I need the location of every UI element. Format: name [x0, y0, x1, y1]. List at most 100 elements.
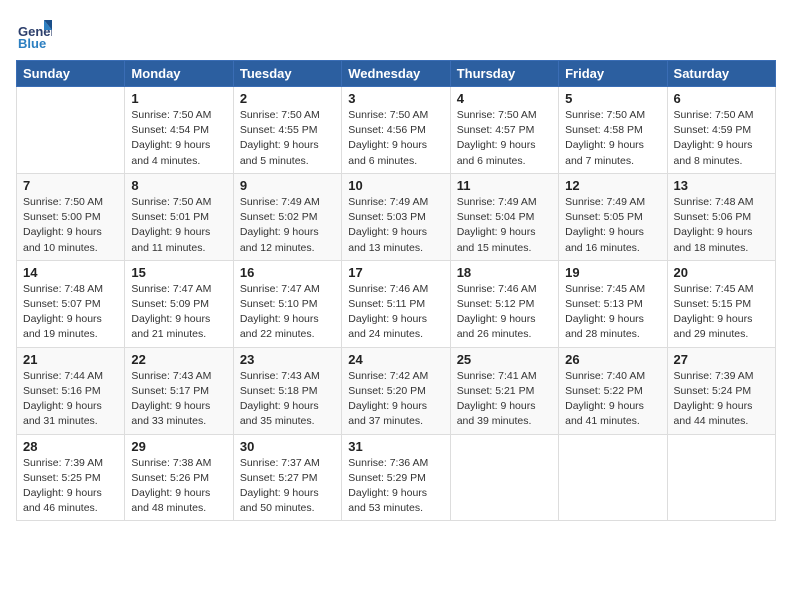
weekday-header-row: SundayMondayTuesdayWednesdayThursdayFrid… — [17, 61, 776, 87]
calendar-cell: 25 Sunrise: 7:41 AMSunset: 5:21 PMDaylig… — [450, 347, 558, 434]
day-info: Sunrise: 7:48 AMSunset: 5:07 PMDaylight:… — [23, 282, 118, 343]
day-info: Sunrise: 7:50 AMSunset: 4:59 PMDaylight:… — [674, 108, 769, 169]
calendar-cell: 17 Sunrise: 7:46 AMSunset: 5:11 PMDaylig… — [342, 260, 450, 347]
day-number: 9 — [240, 178, 335, 193]
weekday-header-thursday: Thursday — [450, 61, 558, 87]
weekday-header-wednesday: Wednesday — [342, 61, 450, 87]
day-info: Sunrise: 7:50 AMSunset: 4:57 PMDaylight:… — [457, 108, 552, 169]
weekday-header-tuesday: Tuesday — [233, 61, 341, 87]
day-number: 23 — [240, 352, 335, 367]
day-info: Sunrise: 7:50 AMSunset: 4:55 PMDaylight:… — [240, 108, 335, 169]
day-info: Sunrise: 7:50 AMSunset: 4:54 PMDaylight:… — [131, 108, 226, 169]
calendar-cell: 18 Sunrise: 7:46 AMSunset: 5:12 PMDaylig… — [450, 260, 558, 347]
calendar-cell — [667, 434, 775, 521]
weekday-header-saturday: Saturday — [667, 61, 775, 87]
day-number: 10 — [348, 178, 443, 193]
day-info: Sunrise: 7:43 AMSunset: 5:17 PMDaylight:… — [131, 369, 226, 430]
day-number: 26 — [565, 352, 660, 367]
calendar-cell: 26 Sunrise: 7:40 AMSunset: 5:22 PMDaylig… — [559, 347, 667, 434]
day-number: 28 — [23, 439, 118, 454]
day-number: 12 — [565, 178, 660, 193]
weekday-header-friday: Friday — [559, 61, 667, 87]
day-number: 20 — [674, 265, 769, 280]
day-info: Sunrise: 7:45 AMSunset: 5:13 PMDaylight:… — [565, 282, 660, 343]
calendar-cell: 9 Sunrise: 7:49 AMSunset: 5:02 PMDayligh… — [233, 173, 341, 260]
day-number: 3 — [348, 91, 443, 106]
calendar-cell: 6 Sunrise: 7:50 AMSunset: 4:59 PMDayligh… — [667, 87, 775, 174]
day-info: Sunrise: 7:41 AMSunset: 5:21 PMDaylight:… — [457, 369, 552, 430]
day-info: Sunrise: 7:38 AMSunset: 5:26 PMDaylight:… — [131, 456, 226, 517]
day-number: 15 — [131, 265, 226, 280]
day-number: 31 — [348, 439, 443, 454]
day-number: 8 — [131, 178, 226, 193]
day-number: 2 — [240, 91, 335, 106]
day-info: Sunrise: 7:44 AMSunset: 5:16 PMDaylight:… — [23, 369, 118, 430]
day-number: 1 — [131, 91, 226, 106]
day-number: 17 — [348, 265, 443, 280]
logo: General Blue — [16, 16, 52, 52]
calendar-week-row: 1 Sunrise: 7:50 AMSunset: 4:54 PMDayligh… — [17, 87, 776, 174]
calendar-cell — [559, 434, 667, 521]
calendar-cell: 16 Sunrise: 7:47 AMSunset: 5:10 PMDaylig… — [233, 260, 341, 347]
calendar-cell: 5 Sunrise: 7:50 AMSunset: 4:58 PMDayligh… — [559, 87, 667, 174]
day-info: Sunrise: 7:47 AMSunset: 5:09 PMDaylight:… — [131, 282, 226, 343]
calendar-cell: 28 Sunrise: 7:39 AMSunset: 5:25 PMDaylig… — [17, 434, 125, 521]
calendar-cell: 29 Sunrise: 7:38 AMSunset: 5:26 PMDaylig… — [125, 434, 233, 521]
calendar-cell: 20 Sunrise: 7:45 AMSunset: 5:15 PMDaylig… — [667, 260, 775, 347]
day-info: Sunrise: 7:49 AMSunset: 5:03 PMDaylight:… — [348, 195, 443, 256]
page-header: General Blue — [16, 16, 776, 52]
weekday-header-monday: Monday — [125, 61, 233, 87]
day-number: 22 — [131, 352, 226, 367]
day-info: Sunrise: 7:46 AMSunset: 5:11 PMDaylight:… — [348, 282, 443, 343]
day-number: 18 — [457, 265, 552, 280]
day-info: Sunrise: 7:50 AMSunset: 5:01 PMDaylight:… — [131, 195, 226, 256]
calendar-cell: 27 Sunrise: 7:39 AMSunset: 5:24 PMDaylig… — [667, 347, 775, 434]
calendar-cell: 22 Sunrise: 7:43 AMSunset: 5:17 PMDaylig… — [125, 347, 233, 434]
calendar-week-row: 14 Sunrise: 7:48 AMSunset: 5:07 PMDaylig… — [17, 260, 776, 347]
day-info: Sunrise: 7:39 AMSunset: 5:25 PMDaylight:… — [23, 456, 118, 517]
calendar-cell: 10 Sunrise: 7:49 AMSunset: 5:03 PMDaylig… — [342, 173, 450, 260]
day-number: 14 — [23, 265, 118, 280]
calendar-cell: 4 Sunrise: 7:50 AMSunset: 4:57 PMDayligh… — [450, 87, 558, 174]
day-info: Sunrise: 7:36 AMSunset: 5:29 PMDaylight:… — [348, 456, 443, 517]
calendar-cell: 13 Sunrise: 7:48 AMSunset: 5:06 PMDaylig… — [667, 173, 775, 260]
calendar-cell: 12 Sunrise: 7:49 AMSunset: 5:05 PMDaylig… — [559, 173, 667, 260]
day-info: Sunrise: 7:40 AMSunset: 5:22 PMDaylight:… — [565, 369, 660, 430]
day-number: 5 — [565, 91, 660, 106]
day-number: 30 — [240, 439, 335, 454]
day-number: 29 — [131, 439, 226, 454]
calendar-cell: 23 Sunrise: 7:43 AMSunset: 5:18 PMDaylig… — [233, 347, 341, 434]
day-info: Sunrise: 7:49 AMSunset: 5:05 PMDaylight:… — [565, 195, 660, 256]
calendar-cell: 15 Sunrise: 7:47 AMSunset: 5:09 PMDaylig… — [125, 260, 233, 347]
calendar-cell: 1 Sunrise: 7:50 AMSunset: 4:54 PMDayligh… — [125, 87, 233, 174]
day-info: Sunrise: 7:47 AMSunset: 5:10 PMDaylight:… — [240, 282, 335, 343]
calendar-week-row: 7 Sunrise: 7:50 AMSunset: 5:00 PMDayligh… — [17, 173, 776, 260]
day-info: Sunrise: 7:50 AMSunset: 4:56 PMDaylight:… — [348, 108, 443, 169]
calendar-cell: 19 Sunrise: 7:45 AMSunset: 5:13 PMDaylig… — [559, 260, 667, 347]
day-number: 7 — [23, 178, 118, 193]
day-info: Sunrise: 7:45 AMSunset: 5:15 PMDaylight:… — [674, 282, 769, 343]
calendar-table: SundayMondayTuesdayWednesdayThursdayFrid… — [16, 60, 776, 521]
day-number: 16 — [240, 265, 335, 280]
calendar-cell: 31 Sunrise: 7:36 AMSunset: 5:29 PMDaylig… — [342, 434, 450, 521]
day-number: 27 — [674, 352, 769, 367]
calendar-cell: 7 Sunrise: 7:50 AMSunset: 5:00 PMDayligh… — [17, 173, 125, 260]
day-info: Sunrise: 7:50 AMSunset: 4:58 PMDaylight:… — [565, 108, 660, 169]
day-number: 6 — [674, 91, 769, 106]
day-number: 4 — [457, 91, 552, 106]
day-number: 24 — [348, 352, 443, 367]
day-number: 13 — [674, 178, 769, 193]
calendar-cell: 14 Sunrise: 7:48 AMSunset: 5:07 PMDaylig… — [17, 260, 125, 347]
logo-icon: General Blue — [16, 16, 52, 52]
calendar-cell: 21 Sunrise: 7:44 AMSunset: 5:16 PMDaylig… — [17, 347, 125, 434]
day-info: Sunrise: 7:48 AMSunset: 5:06 PMDaylight:… — [674, 195, 769, 256]
day-number: 11 — [457, 178, 552, 193]
calendar-cell — [450, 434, 558, 521]
calendar-cell: 24 Sunrise: 7:42 AMSunset: 5:20 PMDaylig… — [342, 347, 450, 434]
svg-text:Blue: Blue — [18, 36, 46, 51]
calendar-week-row: 21 Sunrise: 7:44 AMSunset: 5:16 PMDaylig… — [17, 347, 776, 434]
day-number: 25 — [457, 352, 552, 367]
day-info: Sunrise: 7:39 AMSunset: 5:24 PMDaylight:… — [674, 369, 769, 430]
calendar-cell: 11 Sunrise: 7:49 AMSunset: 5:04 PMDaylig… — [450, 173, 558, 260]
calendar-cell: 2 Sunrise: 7:50 AMSunset: 4:55 PMDayligh… — [233, 87, 341, 174]
